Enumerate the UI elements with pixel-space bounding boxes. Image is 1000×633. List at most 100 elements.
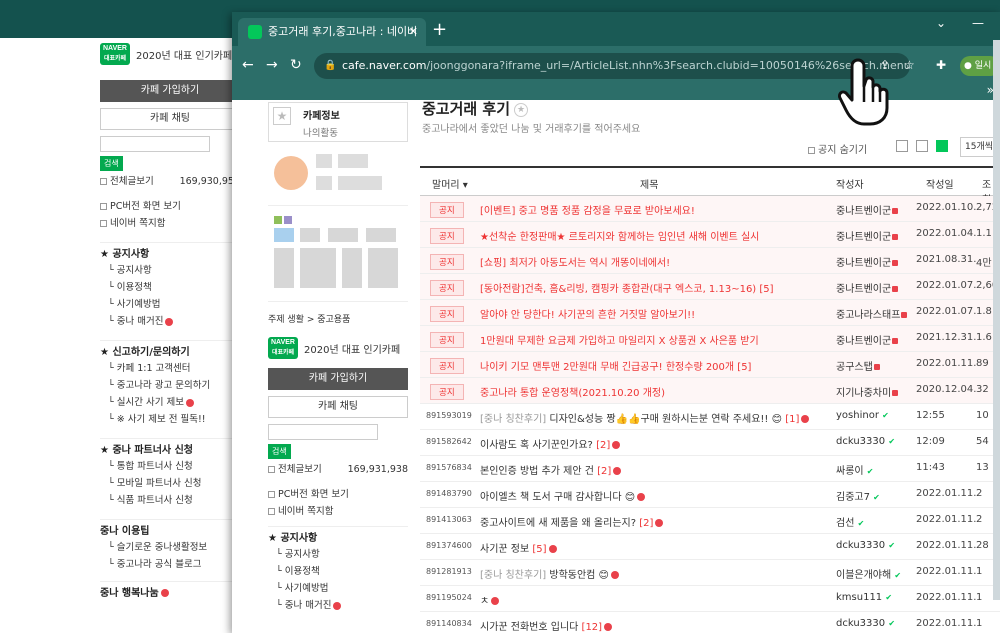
author-name[interactable]: 지기나중차미 bbox=[836, 388, 891, 399]
table-row[interactable]: 공지 [동아전람]건축, 홈&리빙, 캠핑카 종합관(대구 엑스코, 1.13~1… bbox=[420, 274, 1000, 300]
breadcrumb[interactable]: 주제 생활 > 중고용품 bbox=[268, 312, 408, 328]
grid-view-icon[interactable] bbox=[916, 140, 928, 152]
post-title[interactable]: 본인인증 방법 추가 제안 건 bbox=[480, 466, 594, 477]
naver-note-link[interactable]: 네이버 쪽지함 bbox=[268, 503, 408, 520]
minimize-icon[interactable]: — bbox=[972, 16, 984, 30]
menu-item[interactable]: └ 식품 파트너사 신청 bbox=[100, 492, 240, 509]
extensions-icon[interactable]: ✚ bbox=[936, 58, 946, 72]
my-activity-tab[interactable]: 나의활동 bbox=[303, 125, 338, 139]
post-title[interactable]: 아이엘츠 책 도서 구매 감사합니다 😊 bbox=[480, 492, 635, 503]
author-name[interactable]: 중나트벤이군 bbox=[836, 336, 891, 347]
menu-item[interactable]: └ 공지사항 bbox=[268, 546, 408, 563]
search-button[interactable]: 검색 bbox=[268, 444, 291, 459]
tab-search-chevron-icon[interactable]: ⌄ bbox=[936, 16, 946, 30]
table-row[interactable]: 891582642 이사람도 혹 사기꾼인가요? [2] dcku3330 ✔ 12:… bbox=[420, 430, 1000, 456]
author-name[interactable]: 중나트벤이군 bbox=[836, 284, 891, 295]
menu-item[interactable]: └ 이용정책 bbox=[268, 563, 408, 580]
cafe-info-tab[interactable]: 카페정보 bbox=[303, 107, 340, 122]
table-row[interactable]: 891195024 ㅊ kmsu111 ✔ 2022.01.11. 1 bbox=[420, 586, 1000, 612]
author-name[interactable]: 중나트벤이군 bbox=[836, 206, 891, 217]
menu-item[interactable]: └ 사기예방법 bbox=[268, 580, 408, 597]
forward-icon[interactable]: → bbox=[266, 57, 278, 73]
author-name[interactable]: dcku3330 bbox=[836, 540, 885, 551]
table-row[interactable]: 891593019 [중나 칭찬후기] 디자인&성능 짱👍👍구매 원하시는분 연락… bbox=[420, 404, 1000, 430]
author-name[interactable]: yoshinor bbox=[836, 410, 879, 421]
author-name[interactable]: dcku3330 bbox=[836, 436, 885, 447]
menu-item[interactable]: └ 중나 매거진 bbox=[268, 597, 408, 614]
comment-count[interactable]: [5] bbox=[532, 544, 546, 555]
menu-item[interactable]: └ 사기예방법 bbox=[100, 296, 240, 313]
comment-count[interactable]: [2] bbox=[597, 466, 611, 477]
author-name[interactable]: 중나트벤이군 bbox=[836, 232, 891, 243]
menu-item[interactable]: └ 공지사항 bbox=[100, 262, 240, 279]
table-row[interactable]: 공지 나이키 기모 맨투맨 2만원대 무배 긴급공구! 한정수량 200개 [5]… bbox=[420, 352, 1000, 378]
post-title[interactable]: 사기꾼 정보 bbox=[480, 544, 529, 555]
favorite-star-icon[interactable]: ★ bbox=[273, 107, 291, 125]
author-name[interactable]: dcku3330 bbox=[836, 618, 885, 629]
comment-count[interactable]: [2] bbox=[639, 518, 653, 529]
author-name[interactable]: kmsu111 bbox=[836, 592, 882, 603]
table-row[interactable]: 891140834 시가꾼 전화번호 입니다 [12] dcku3330 ✔ 2022… bbox=[420, 612, 1000, 633]
post-title[interactable]: 시가꾼 전화번호 입니다 bbox=[480, 622, 578, 633]
col-prefix[interactable]: 말머리 ▾ bbox=[432, 176, 468, 191]
cafe-chat-button[interactable]: 카페 채팅 bbox=[100, 108, 240, 130]
url-bar[interactable]: 🔒 cafe.naver.com/joonggonara?iframe_url=… bbox=[314, 53, 910, 79]
table-row[interactable]: 공지 [쇼핑] 최저가 아동도서는 역시 개똥이네에서! 중나트벤이군 2021.08… bbox=[420, 248, 1000, 274]
post-title[interactable]: 디자인&성능 짱👍👍구매 원하시는분 연락 주세요!! 😊 bbox=[549, 414, 782, 425]
post-title[interactable]: 나이키 기모 맨투맨 2만원대 무배 긴급공구! 한정수량 200개 [5] bbox=[480, 362, 751, 373]
hide-notice-checkbox[interactable]: 공지 숨기기 bbox=[808, 141, 867, 156]
table-row[interactable]: 891281913 [중나 칭찬후기] 방학동안컴 😊 이블은개야해 ✔ 2022.0… bbox=[420, 560, 1000, 586]
table-row[interactable]: 891483790 아이엘츠 책 도서 구매 감사합니다 😊 김중고7 ✔ 2022.… bbox=[420, 482, 1000, 508]
post-title[interactable]: 알아야 안 당한다! 사기꾼의 흔한 거짓말 알아보기!! bbox=[480, 310, 695, 321]
author-name[interactable]: 검선 bbox=[836, 518, 854, 529]
card-view-icon[interactable] bbox=[936, 140, 948, 152]
author-name[interactable]: 김중고7 bbox=[836, 492, 870, 503]
table-row[interactable]: 공지 ★선착순 한정판매★ 르토리지와 함께하는 임인년 새해 이벤트 실시 중나트… bbox=[420, 222, 1000, 248]
table-row[interactable]: 공지 1만원대 무제한 요금제 가입하고 마일리지 X 상품권 X 사은품 받기 중… bbox=[420, 326, 1000, 352]
post-title[interactable]: ★선착순 한정판매★ 르토리지와 함께하는 임인년 새해 이벤트 실시 bbox=[480, 232, 759, 243]
browser-tab[interactable]: 중고거래 후기,중고나라 : 네이버 ✕ bbox=[238, 18, 426, 46]
author-name[interactable]: 공구스탭 bbox=[836, 362, 873, 373]
comment-count[interactable]: [12] bbox=[582, 622, 603, 633]
list-view-icon[interactable] bbox=[896, 140, 908, 152]
pc-view-link[interactable]: PC버전 화면 보기 bbox=[100, 198, 240, 215]
close-tab-icon[interactable]: ✕ bbox=[409, 18, 418, 46]
table-row[interactable]: 공지 알아야 안 당한다! 사기꾼의 흔한 거짓말 알아보기!! 중고나라스태프 20… bbox=[420, 300, 1000, 326]
table-row[interactable]: 891413063 중고사이트에 새 제품을 왜 올리는지? [2] 검선 ✔ 202… bbox=[420, 508, 1000, 534]
table-row[interactable]: 공지 [이벤트] 중고 명품 정품 감정을 무료로 받아보세요! 중나트벤이군 202… bbox=[420, 196, 1000, 222]
reload-icon[interactable]: ↻ bbox=[290, 57, 302, 73]
all-posts-link[interactable]: 전체글보기 169,930,958 bbox=[100, 173, 240, 190]
cafe-search-input[interactable] bbox=[268, 424, 378, 440]
cafe-search-input[interactable] bbox=[100, 136, 210, 152]
search-button[interactable]: 검색 bbox=[100, 156, 123, 171]
post-title[interactable]: 중고나라 통합 운영정책(2021.10.20 개정) bbox=[480, 388, 665, 399]
post-title[interactable]: ㅊ bbox=[480, 596, 489, 607]
menu-item[interactable]: └ 중고나라 공식 블로그 bbox=[100, 556, 240, 573]
new-tab-button[interactable]: + bbox=[432, 18, 447, 42]
table-row[interactable]: 891576834 본인인증 방법 추가 제안 건 [2] 싸롱이 ✔ 11:43 13 bbox=[420, 456, 1000, 482]
comment-count[interactable]: [2] bbox=[596, 440, 610, 451]
menu-item[interactable]: └ ※ 사기 제보 전 필독!! bbox=[100, 411, 240, 428]
menu-item[interactable]: └ 카페 1:1 고객센터 bbox=[100, 360, 240, 377]
author-name[interactable]: 이블은개야해 bbox=[836, 570, 891, 581]
naver-note-link[interactable]: 네이버 쪽지함 bbox=[100, 215, 240, 232]
post-title[interactable]: 1만원대 무제한 요금제 가입하고 마일리지 X 상품권 X 사은품 받기 bbox=[480, 336, 759, 347]
menu-item[interactable]: └ 통합 파트너사 신청 bbox=[100, 458, 240, 475]
back-icon[interactable]: ← bbox=[242, 57, 254, 73]
author-name[interactable]: 싸롱이 bbox=[836, 466, 864, 477]
post-title[interactable]: [쇼핑] 최저가 아동도서는 역시 개똥이네에서! bbox=[480, 258, 670, 269]
post-title[interactable]: [동아전람]건축, 홈&리빙, 캠핑카 종합관(대구 엑스코, 1.13~16)… bbox=[480, 284, 774, 295]
post-title[interactable]: 중고사이트에 새 제품을 왜 올리는지? bbox=[480, 518, 636, 529]
menu-item[interactable]: └ 모바일 파트너사 신청 bbox=[100, 475, 240, 492]
cafe-chat-button[interactable]: 카페 채팅 bbox=[268, 396, 408, 418]
comment-count[interactable]: [1] bbox=[785, 414, 799, 425]
post-title[interactable]: 방학동안컴 😊 bbox=[549, 570, 609, 581]
menu-item[interactable]: └ 이용정책 bbox=[100, 279, 240, 296]
bookmark-star-icon[interactable]: ☆ bbox=[904, 58, 915, 72]
scrollbar[interactable] bbox=[993, 40, 1000, 600]
menu-item[interactable]: └ 중나 매거진 bbox=[100, 313, 240, 330]
post-title[interactable]: 이사람도 혹 사기꾼인가요? bbox=[480, 440, 593, 451]
favorite-star-icon[interactable]: ★ bbox=[514, 102, 529, 117]
join-cafe-button[interactable]: 카페 가입하기 bbox=[100, 80, 240, 102]
menu-item[interactable]: └ 실시간 사기 제보 bbox=[100, 394, 240, 411]
